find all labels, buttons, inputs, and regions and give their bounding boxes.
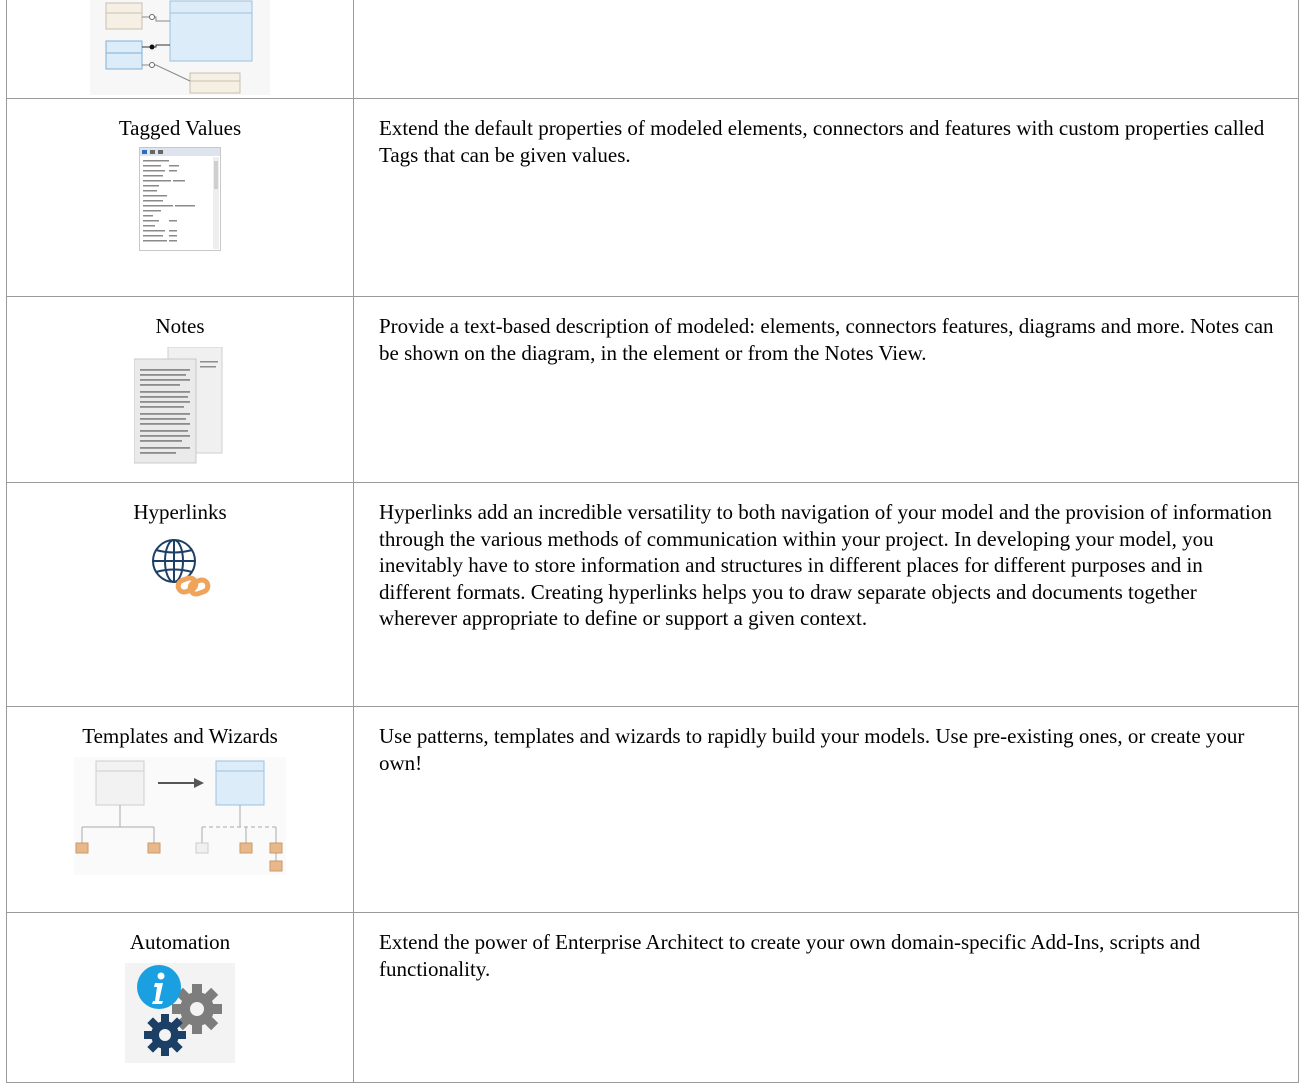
- feature-cell: Notes: [6, 296, 354, 483]
- tagged-values-window-icon: [139, 147, 221, 251]
- feature-cell: Automation: [6, 912, 354, 1083]
- feature-description-cell: [353, 0, 1299, 99]
- feature-description: Provide a text-based description of mode…: [379, 314, 1274, 365]
- feature-description-cell: Use patterns, templates and wizards to r…: [353, 706, 1299, 913]
- table-row: Tagged Values Extend the default propert…: [6, 98, 1299, 297]
- table-row: [6, 0, 1299, 99]
- table-row: Templates and Wizards Use patterns, temp…: [6, 706, 1299, 913]
- feature-description: Hyperlinks add an incredible versatility…: [379, 500, 1272, 630]
- feature-cell: Hyperlinks: [6, 482, 354, 707]
- feature-description-cell: Extend the default properties of modeled…: [353, 98, 1299, 297]
- feature-cell: Templates and Wizards: [6, 706, 354, 913]
- template-transform-icon: [74, 757, 286, 875]
- feature-description: Extend the default properties of modeled…: [379, 116, 1265, 167]
- feature-cell: [6, 0, 354, 99]
- feature-table: Tagged Values Extend the default propert…: [6, 0, 1299, 1083]
- feature-title: Tagged Values: [118, 116, 242, 140]
- table-row: Automation Extend the power of Enterpris…: [6, 912, 1299, 1083]
- table-row: Notes Provide a text-based description o…: [6, 296, 1299, 483]
- feature-title: Notes: [155, 314, 205, 338]
- info-gears-icon: [125, 963, 235, 1063]
- feature-description: Use patterns, templates and wizards to r…: [379, 724, 1245, 775]
- feature-description: Extend the power of Enterprise Architect…: [379, 930, 1201, 981]
- table-row: Hyperlinks Hyperlinks add an incredible …: [6, 482, 1299, 707]
- feature-description-cell: Provide a text-based description of mode…: [353, 296, 1299, 483]
- class-diagram-icon: [90, 0, 270, 95]
- feature-cell: Tagged Values: [6, 98, 354, 297]
- globe-link-icon: [152, 539, 211, 597]
- feature-title: Hyperlinks: [133, 500, 227, 524]
- feature-description-cell: Hyperlinks add an incredible versatility…: [353, 482, 1299, 707]
- feature-description-cell: Extend the power of Enterprise Architect…: [353, 912, 1299, 1083]
- feature-title: Automation: [129, 930, 231, 954]
- notes-pages-icon: [134, 347, 223, 464]
- feature-title: Templates and Wizards: [82, 724, 278, 748]
